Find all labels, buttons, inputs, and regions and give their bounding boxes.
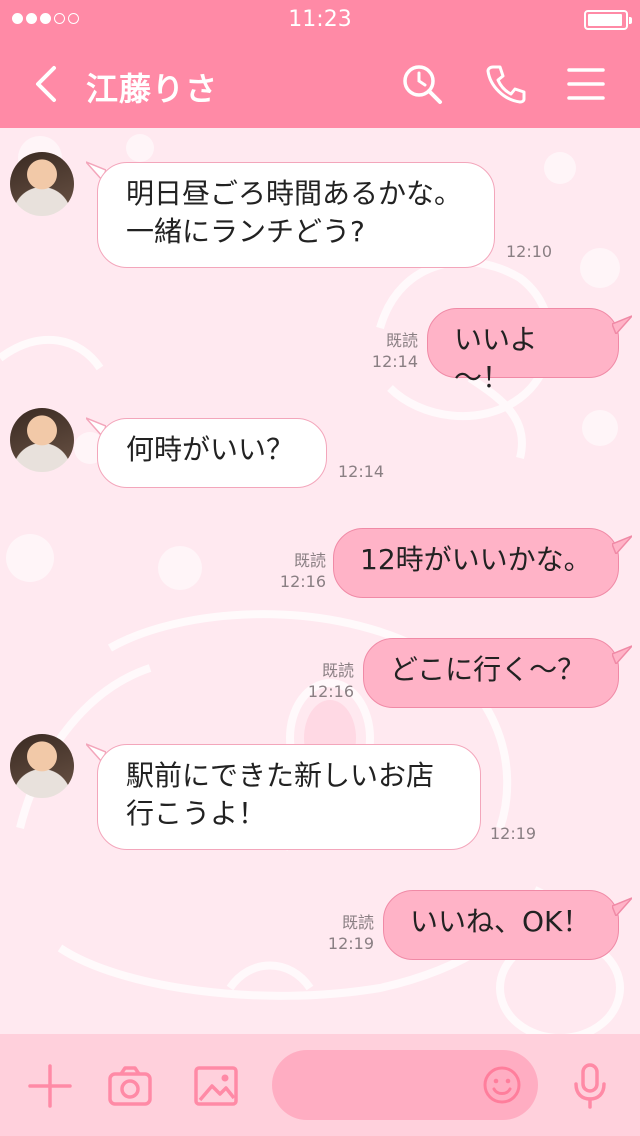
search-clock-icon[interactable] (400, 62, 444, 106)
message-time: 12:14 (371, 352, 418, 371)
emoji-icon[interactable] (482, 1065, 522, 1105)
message-text-line: 12時がいいかな。 (360, 543, 592, 576)
back-chevron-icon[interactable] (28, 62, 68, 106)
message-bubble-outgoing[interactable]: いいよ～！ (427, 308, 619, 394)
message-text-line: 一緒にランチどう? (126, 215, 365, 248)
message-bubble-incoming[interactable]: 駅前にできた新しいお店 行こうよ！ (97, 744, 481, 850)
message-text-line: 何時がいい？ (126, 433, 295, 466)
chat-area[interactable]: 明日昼ごろ時間あるかな。 一緒にランチどう? 12:10 既読 12:14 いい… (0, 128, 640, 1034)
read-receipt: 既読 (321, 661, 354, 680)
message-text-line: いいよ～！ (454, 323, 538, 394)
message-time: 12:19 (490, 824, 537, 843)
message-time: 12:16 (307, 682, 354, 701)
contact-avatar[interactable] (10, 734, 74, 798)
message-time: 12:10 (506, 242, 553, 261)
bubble-tail (612, 315, 632, 334)
message-composer-bar (0, 1034, 640, 1136)
message-text-line: 行こうよ！ (126, 797, 267, 830)
message-time: 12:14 (338, 462, 385, 481)
battery-icon (584, 10, 632, 30)
bubble-tail (612, 897, 632, 916)
read-receipt: 既読 (341, 913, 374, 932)
message-text-line: いいね、OK！ (410, 905, 591, 938)
bubble-tail (612, 645, 632, 664)
chat-header: 江藤りさ (0, 40, 640, 128)
read-receipt: 既読 (385, 331, 418, 350)
image-icon[interactable] (192, 1062, 240, 1110)
message-meta: 既読 12:14 (362, 330, 418, 372)
status-bar: 11:23 (0, 0, 640, 40)
message-text-line: 明日昼ごろ時間あるかな。 (126, 177, 463, 210)
message-text-line: どこに行く～？ (390, 653, 586, 686)
status-time: 11:23 (288, 7, 352, 32)
phone-icon[interactable] (484, 62, 528, 106)
message-time: 12:19 (327, 934, 374, 953)
battery-level (588, 14, 623, 26)
contact-avatar[interactable] (10, 408, 74, 472)
message-bubble-outgoing[interactable]: どこに行く～？ (363, 638, 619, 708)
message-text-line: 駅前にできた新しいお店 (126, 759, 435, 792)
contact-avatar[interactable] (10, 152, 74, 216)
microphone-icon[interactable] (566, 1062, 614, 1110)
message-bubble-outgoing[interactable]: いいね、OK！ (383, 890, 619, 960)
message-meta: 既読 12:19 (316, 912, 374, 954)
message-meta: 既読 12:16 (268, 550, 326, 592)
message-meta: 既読 12:16 (296, 660, 354, 702)
plus-icon[interactable] (26, 1062, 74, 1110)
camera-icon[interactable] (106, 1062, 154, 1110)
message-bubble-incoming[interactable]: 何時がいい？ (97, 418, 327, 488)
menu-icon[interactable] (565, 62, 609, 106)
message-bubble-incoming[interactable]: 明日昼ごろ時間あるかな。 一緒にランチどう? (97, 162, 495, 268)
bubble-tail (612, 535, 632, 554)
read-receipt: 既読 (293, 551, 326, 570)
message-time: 12:16 (279, 572, 326, 591)
contact-name: 江藤りさ (86, 70, 219, 108)
message-input[interactable] (272, 1050, 538, 1120)
message-bubble-outgoing[interactable]: 12時がいいかな。 (333, 528, 619, 598)
